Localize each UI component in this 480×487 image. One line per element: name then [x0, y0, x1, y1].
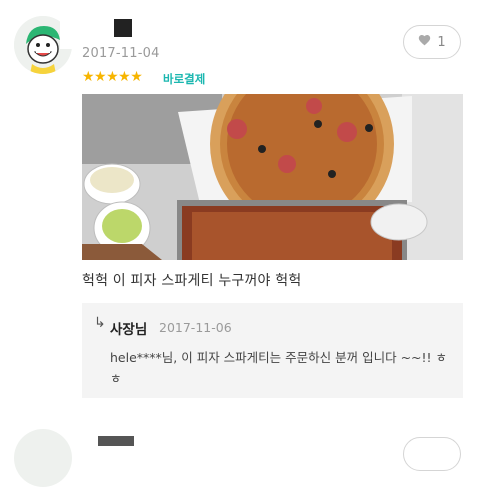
- next-user-avatar[interactable]: [14, 429, 72, 487]
- like-button[interactable]: 1: [403, 25, 461, 59]
- owner-reply: ↳ 사장님 2017-11-06 hele****님, 이 피자 스파게티는 주…: [82, 303, 463, 398]
- reply-author: 사장님: [110, 322, 148, 338]
- rating-stars: ★★★★★: [82, 69, 143, 85]
- reply-text: hele****님, 이 피자 스파게티는 주문하신 분꺼 입니다 ~~!! ㅎ…: [110, 350, 448, 386]
- username-mask-light: [60, 19, 76, 49]
- review-date: 2017-11-04: [82, 46, 160, 61]
- heart-icon: [418, 34, 431, 50]
- review-text: 헉헉 이 피자 스파게티 누구꺼야 헉헉: [82, 273, 302, 289]
- next-username-mask: [98, 436, 134, 446]
- reply-arrow-icon: ↳: [94, 315, 106, 331]
- reply-date: 2017-11-06: [159, 320, 232, 335]
- direct-pay-badge: 바로결제: [163, 72, 206, 86]
- next-like-button[interactable]: [403, 437, 461, 471]
- review-photo[interactable]: [82, 94, 463, 260]
- username-mask: [114, 19, 132, 37]
- like-count: 1: [437, 34, 446, 50]
